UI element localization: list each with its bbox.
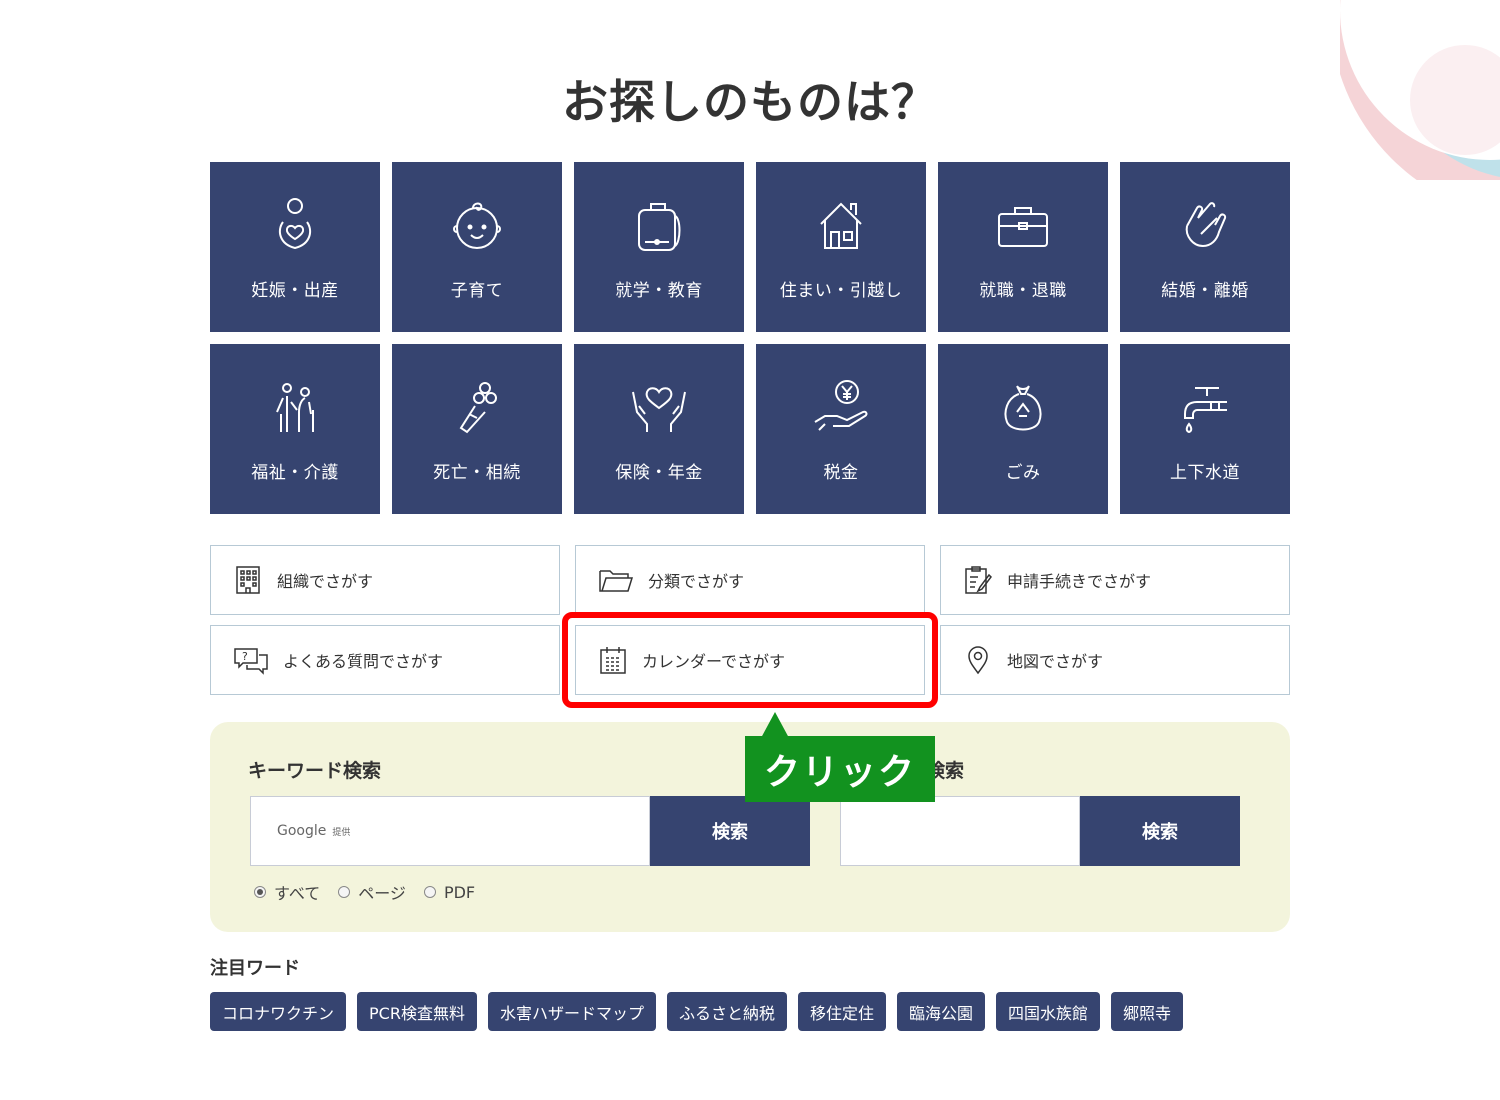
category-tile-pregnancy[interactable]: 妊娠・出産 xyxy=(210,162,380,332)
hot-word-tag[interactable]: コロナワクチン xyxy=(210,992,347,1031)
category-grid: 妊娠・出産 子育て 就学・教育 住まい・引越し 就職・退職 結婚・離婚 福祉・介… xyxy=(210,162,1290,514)
search-link-label: 分類でさがす xyxy=(648,572,745,591)
hot-word-tag[interactable]: 水害ハザードマップ xyxy=(487,992,656,1031)
search-link-label: 組織でさがす xyxy=(277,572,374,591)
hot-word-tag[interactable]: 臨海公園 xyxy=(897,992,986,1031)
hot-word-tag[interactable]: PCR検査無料 xyxy=(357,992,477,1031)
hot-word-tag[interactable]: ふるさと納税 xyxy=(666,992,787,1031)
radio-page[interactable]: ページ xyxy=(338,880,406,904)
category-label: 住まい・引越し xyxy=(779,281,903,301)
category-label: 税金 xyxy=(823,463,859,483)
flowers-icon xyxy=(459,382,497,434)
page-title: お探しのものは？ xyxy=(562,75,938,129)
elderly-care-icon xyxy=(276,383,314,432)
category-label: 子育て xyxy=(450,281,504,301)
hot-words-title: 注目ワード xyxy=(210,958,300,979)
radio-pdf[interactable]: PDF xyxy=(423,880,475,904)
building-icon xyxy=(236,566,260,594)
handshake-icon xyxy=(1185,202,1227,248)
callout-arrow xyxy=(761,712,789,738)
category-label: ごみ xyxy=(1005,463,1041,483)
category-label: 就職・退職 xyxy=(979,281,1067,301)
second-search-button[interactable]: 検索 xyxy=(1080,796,1240,866)
search-by-application[interactable]: 申請手続きでさがす xyxy=(940,545,1290,615)
category-label: 就学・教育 xyxy=(615,281,703,301)
briefcase-icon xyxy=(998,207,1048,247)
second-search-input[interactable] xyxy=(840,796,1080,866)
category-tile-housing[interactable]: 住まい・引越し xyxy=(756,162,926,332)
search-link-label: よくある質問でさがす xyxy=(283,652,444,671)
hot-words-tags: コロナワクチン PCR検査無料 水害ハザードマップ ふるさと納税 移住定住 臨海… xyxy=(210,992,1184,1031)
category-label: 結婚・離婚 xyxy=(1161,281,1249,301)
hot-word-tag[interactable]: 移住定住 xyxy=(798,992,887,1031)
category-tile-marriage[interactable]: 結婚・離婚 xyxy=(1120,162,1290,332)
radio-all[interactable]: すべて xyxy=(254,880,320,904)
radio-dot xyxy=(338,886,351,898)
form-edit-icon xyxy=(965,566,992,594)
search-link-label: 地図でさがす xyxy=(1007,652,1104,671)
hot-word-tag[interactable]: 四国水族館 xyxy=(996,992,1101,1031)
category-tile-death[interactable]: 死亡・相続 xyxy=(392,344,562,514)
radio-dot xyxy=(423,886,436,898)
category-label: 上下水道 xyxy=(1170,463,1240,483)
google-branding: Google 提供 xyxy=(277,823,351,839)
category-tile-welfare[interactable]: 福祉・介護 xyxy=(210,344,380,514)
radio-dot xyxy=(254,886,266,898)
house-icon xyxy=(820,202,862,249)
yen-hand-icon xyxy=(814,380,868,431)
folder-icon xyxy=(599,570,634,592)
search-by-map[interactable]: 地図でさがす xyxy=(940,625,1290,695)
recycle-bag-icon xyxy=(1004,385,1042,431)
category-tile-childcare[interactable]: 子育て xyxy=(392,162,562,332)
category-tile-education[interactable]: 就学・教育 xyxy=(574,162,744,332)
category-label: 保険・年金 xyxy=(615,463,703,483)
search-scope-radios: すべて ページ PDF xyxy=(254,880,475,904)
search-by-faq[interactable]: ? よくある質問でさがす xyxy=(210,625,560,695)
category-tile-tax[interactable]: 税金 xyxy=(756,344,926,514)
category-label: 死亡・相続 xyxy=(433,463,521,483)
category-tile-insurance[interactable]: 保険・年金 xyxy=(574,344,744,514)
school-bag-icon xyxy=(638,203,681,251)
keyword-search-button[interactable]: 検索 xyxy=(650,796,810,866)
calendar-highlight-box xyxy=(562,612,938,708)
hot-word-tag[interactable]: 郷照寺 xyxy=(1111,992,1184,1031)
faucet-icon xyxy=(1184,387,1227,434)
keyword-search-label: キーワード検索 xyxy=(248,760,382,782)
pregnancy-icon xyxy=(278,198,312,250)
click-callout: クリック xyxy=(745,736,935,802)
keyword-search-input[interactable]: Google 提供 xyxy=(250,796,650,866)
search-link-label: 申請手続きでさがす xyxy=(1007,572,1152,591)
category-label: 福祉・介護 xyxy=(251,463,339,483)
svg-text:?: ? xyxy=(242,650,248,663)
category-tile-water[interactable]: 上下水道 xyxy=(1120,344,1290,514)
map-pin-icon xyxy=(968,646,988,675)
search-by-category[interactable]: 分類でさがす xyxy=(575,545,925,615)
category-tile-employment[interactable]: 就職・退職 xyxy=(938,162,1108,332)
category-label: 妊娠・出産 xyxy=(251,281,339,301)
category-tile-garbage[interactable]: ごみ xyxy=(938,344,1108,514)
faq-chat-icon: ? xyxy=(234,648,268,675)
baby-icon xyxy=(453,202,501,249)
search-by-organization[interactable]: 組織でさがす xyxy=(210,545,560,615)
heart-hands-icon xyxy=(632,387,686,432)
